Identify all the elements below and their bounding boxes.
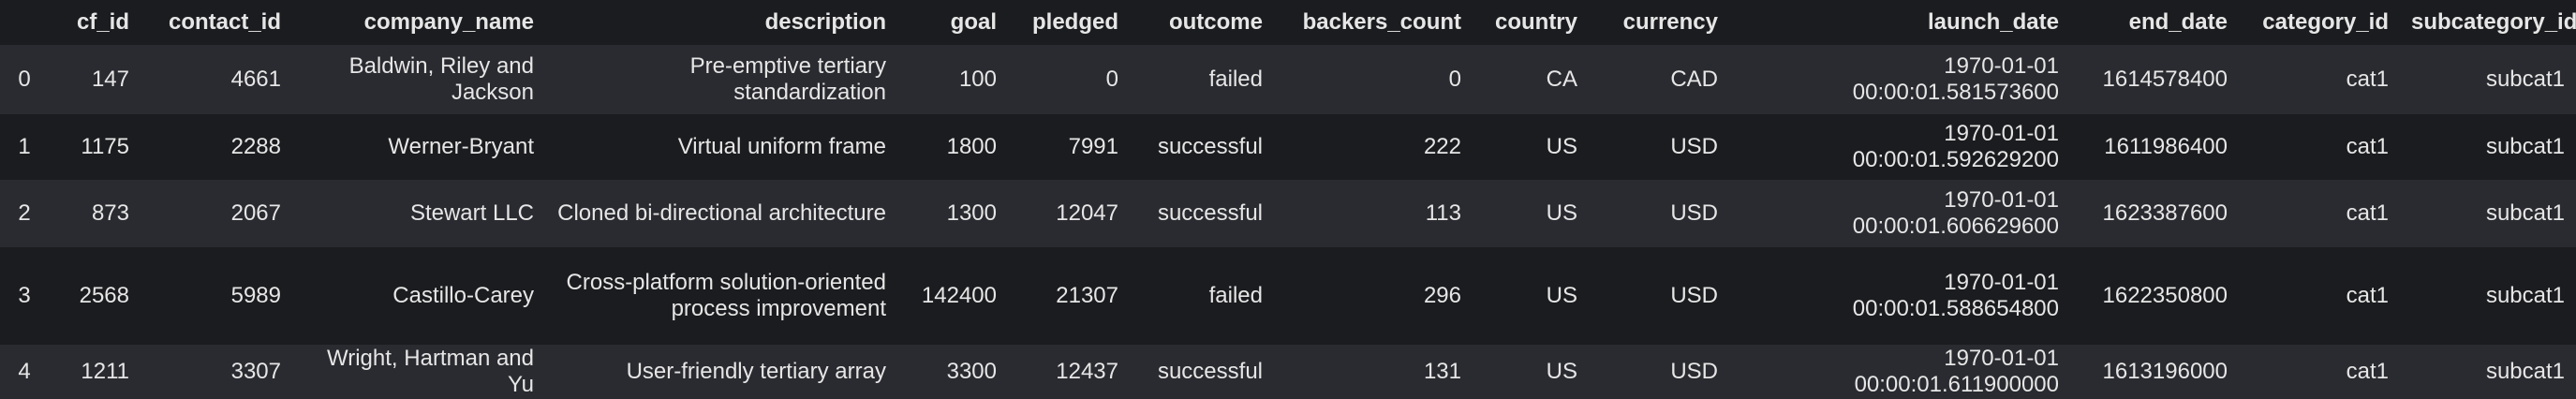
cell-company-name: Baldwin, Riley and Jackson bbox=[292, 45, 545, 114]
cell-pledged: 7991 bbox=[1008, 114, 1130, 180]
cell-currency: USD bbox=[1589, 247, 1729, 345]
cell-backers-count: 296 bbox=[1274, 247, 1473, 345]
cell-contact-id: 4661 bbox=[141, 45, 292, 114]
cell-goal: 142400 bbox=[897, 247, 1008, 345]
cell-category-id: cat1 bbox=[2239, 114, 2400, 180]
cell-category-id: cat1 bbox=[2239, 45, 2400, 114]
column-header-launch-date: launch_date bbox=[1729, 0, 2070, 45]
column-header-company-name: company_name bbox=[292, 0, 545, 45]
cell-description: Pre-emptive tertiary standardization bbox=[545, 45, 897, 114]
cell-end-date: 1623387600 bbox=[2070, 180, 2239, 247]
cell-goal: 100 bbox=[897, 45, 1008, 114]
cell-currency: USD bbox=[1589, 180, 1729, 247]
cell-goal: 3300 bbox=[897, 345, 1008, 399]
column-header-country: country bbox=[1473, 0, 1589, 45]
column-header-pledged: pledged bbox=[1008, 0, 1130, 45]
row-index: 4 bbox=[0, 345, 49, 399]
cell-launch-date: 1970-01-01 00:00:01.611900000 bbox=[1729, 345, 2070, 399]
cell-backers-count: 131 bbox=[1274, 345, 1473, 399]
column-header-backers-count: backers_count bbox=[1274, 0, 1473, 45]
cell-goal: 1800 bbox=[897, 114, 1008, 180]
cell-outcome: failed bbox=[1130, 247, 1274, 345]
cell-outcome: successful bbox=[1130, 180, 1274, 247]
column-header-cf-id: cf_id bbox=[49, 0, 141, 45]
cell-subcategory-id: subcat1 bbox=[2400, 247, 2576, 345]
header-row: cf_id contact_id company_name descriptio… bbox=[0, 0, 2576, 45]
cell-backers-count: 222 bbox=[1274, 114, 1473, 180]
cell-end-date: 1613196000 bbox=[2070, 345, 2239, 399]
cell-country: US bbox=[1473, 180, 1589, 247]
table-row: 0 147 4661 Baldwin, Riley and Jackson Pr… bbox=[0, 45, 2576, 114]
table-row: 4 1211 3307 Wright, Hartman and Yu User-… bbox=[0, 345, 2576, 399]
cell-country: US bbox=[1473, 247, 1589, 345]
row-index: 1 bbox=[0, 114, 49, 180]
cell-pledged: 21307 bbox=[1008, 247, 1130, 345]
cell-company-name: Castillo-Carey bbox=[292, 247, 545, 345]
column-header-goal: goal bbox=[897, 0, 1008, 45]
cell-outcome: successful bbox=[1130, 114, 1274, 180]
cell-company-name: Stewart LLC bbox=[292, 180, 545, 247]
cell-subcategory-id: subcat1 bbox=[2400, 180, 2576, 247]
column-header-end-date: end_date bbox=[2070, 0, 2239, 45]
table-row: 1 1175 2288 Werner-Bryant Virtual unifor… bbox=[0, 114, 2576, 180]
column-header-contact-id: contact_id bbox=[141, 0, 292, 45]
cell-subcategory-id: subcat1 bbox=[2400, 345, 2576, 399]
cell-cf-id: 1211 bbox=[49, 345, 141, 399]
cell-cf-id: 1175 bbox=[49, 114, 141, 180]
cell-pledged: 12437 bbox=[1008, 345, 1130, 399]
cell-country: US bbox=[1473, 114, 1589, 180]
index-header bbox=[0, 0, 49, 45]
cell-contact-id: 5989 bbox=[141, 247, 292, 345]
cell-end-date: 1622350800 bbox=[2070, 247, 2239, 345]
cell-launch-date: 1970-01-01 00:00:01.581573600 bbox=[1729, 45, 2070, 114]
cell-contact-id: 2288 bbox=[141, 114, 292, 180]
cell-outcome: failed bbox=[1130, 45, 1274, 114]
cell-outcome: successful bbox=[1130, 345, 1274, 399]
cell-category-id: cat1 bbox=[2239, 247, 2400, 345]
table-row: 3 2568 5989 Castillo-Carey Cross-platfor… bbox=[0, 247, 2576, 345]
cell-currency: USD bbox=[1589, 345, 1729, 399]
cell-company-name: Werner-Bryant bbox=[292, 114, 545, 180]
cell-description: Virtual uniform frame bbox=[545, 114, 897, 180]
cell-contact-id: 3307 bbox=[141, 345, 292, 399]
cell-category-id: cat1 bbox=[2239, 180, 2400, 247]
cell-pledged: 12047 bbox=[1008, 180, 1130, 247]
cell-launch-date: 1970-01-01 00:00:01.588654800 bbox=[1729, 247, 2070, 345]
column-header-outcome: outcome bbox=[1130, 0, 1274, 45]
cell-description: Cross-platform solution-oriented process… bbox=[545, 247, 897, 345]
cell-country: CA bbox=[1473, 45, 1589, 114]
row-index: 3 bbox=[0, 247, 49, 345]
cell-contact-id: 2067 bbox=[141, 180, 292, 247]
cell-cf-id: 873 bbox=[49, 180, 141, 247]
cell-pledged: 0 bbox=[1008, 45, 1130, 114]
cell-currency: CAD bbox=[1589, 45, 1729, 114]
column-header-description: description bbox=[545, 0, 897, 45]
cell-cf-id: 2568 bbox=[49, 247, 141, 345]
dataframe-table: cf_id contact_id company_name descriptio… bbox=[0, 0, 2576, 399]
cell-backers-count: 113 bbox=[1274, 180, 1473, 247]
cell-currency: USD bbox=[1589, 114, 1729, 180]
cell-category-id: cat1 bbox=[2239, 345, 2400, 399]
cell-goal: 1300 bbox=[897, 180, 1008, 247]
column-header-currency: currency bbox=[1589, 0, 1729, 45]
cell-launch-date: 1970-01-01 00:00:01.606629600 bbox=[1729, 180, 2070, 247]
cell-company-name: Wright, Hartman and Yu bbox=[292, 345, 545, 399]
cell-subcategory-id: subcat1 bbox=[2400, 114, 2576, 180]
column-header-category-id: category_id bbox=[2239, 0, 2400, 45]
cell-description: Cloned bi-directional architecture bbox=[545, 180, 897, 247]
cell-description: User-friendly tertiary array bbox=[545, 345, 897, 399]
table-row: 2 873 2067 Stewart LLC Cloned bi-directi… bbox=[0, 180, 2576, 247]
cell-cf-id: 147 bbox=[49, 45, 141, 114]
cell-backers-count: 0 bbox=[1274, 45, 1473, 114]
row-index: 0 bbox=[0, 45, 49, 114]
cell-country: US bbox=[1473, 345, 1589, 399]
cell-end-date: 1614578400 bbox=[2070, 45, 2239, 114]
row-index: 2 bbox=[0, 180, 49, 247]
cell-end-date: 1611986400 bbox=[2070, 114, 2239, 180]
cell-subcategory-id: subcat1 bbox=[2400, 45, 2576, 114]
cell-launch-date: 1970-01-01 00:00:01.592629200 bbox=[1729, 114, 2070, 180]
column-header-subcategory-id: subcategory_id bbox=[2400, 0, 2576, 45]
